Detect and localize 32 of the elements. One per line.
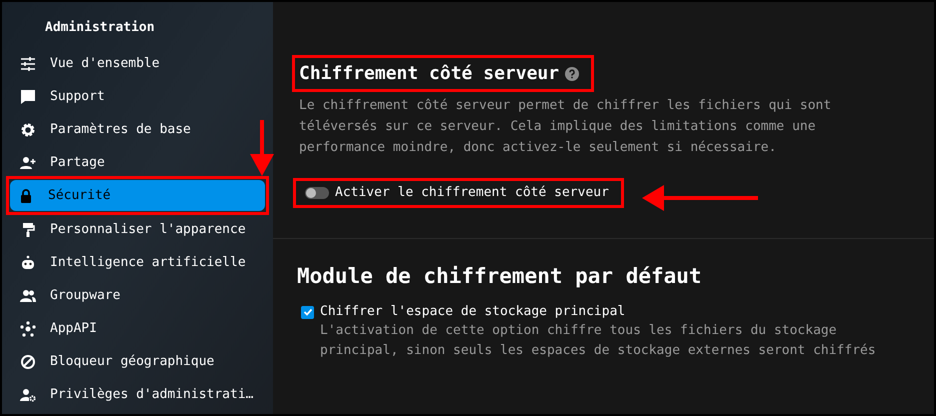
hub-icon (20, 320, 36, 336)
sidebar-item[interactable]: Bloqueur géographique (12, 346, 218, 377)
sidebar-item[interactable]: Sécurité (10, 180, 265, 211)
robot-icon (20, 254, 36, 270)
sidebar-item[interactable]: Vue d'ensemble (12, 48, 164, 79)
checkbox[interactable] (301, 306, 314, 318)
lock-icon (18, 188, 34, 204)
section-title: Module de chiffrement par défaut (297, 263, 703, 290)
sidebar-title: Administration (44, 19, 156, 37)
sidebar-item[interactable]: Personnaliser l'apparence (12, 214, 250, 245)
section-description: Le chiffrement côté serveur permet de chiffrer les fichiers qui sont téléversés sur ce serveur. Cela implique des limitations comme une performance moindre, donc activez-le seulement si nécessaire. (299, 97, 832, 157)
toggle-label[interactable]: Activer le chiffrement côté serveur (335, 183, 609, 203)
toggle-switch[interactable] (305, 187, 329, 199)
checkbox-label[interactable]: Chiffrer l'espace de stockage principal (320, 302, 626, 322)
sliders-icon (20, 56, 36, 72)
user-gear-icon (20, 386, 36, 402)
checkbox-hint: L'activation de cette option chiffre tous les fichiers du stockage principal, sinon seuls les espaces de stockage externes seront chiffrés (320, 322, 877, 360)
sidebar-item[interactable]: Partage (12, 147, 109, 178)
sidebar-item[interactable]: Support (12, 81, 109, 112)
help-icon[interactable] (565, 66, 580, 80)
settings-icon (20, 122, 36, 138)
paint-roller-icon (20, 222, 36, 238)
section-title: Chiffrement côté serveur (299, 62, 560, 86)
block-icon (20, 354, 36, 370)
sidebar-item[interactable]: Privilèges d'administrati… (12, 379, 258, 410)
sidebar-item[interactable]: Paramètres de base (12, 114, 195, 145)
sidebar-item[interactable]: Groupware (12, 280, 124, 311)
sidebar-item[interactable]: AppAPI (12, 313, 101, 344)
users-icon (20, 288, 36, 304)
user-plus-icon (20, 154, 36, 170)
chat-icon (20, 88, 36, 104)
sidebar-item[interactable]: Intelligence artificielle (12, 247, 250, 278)
